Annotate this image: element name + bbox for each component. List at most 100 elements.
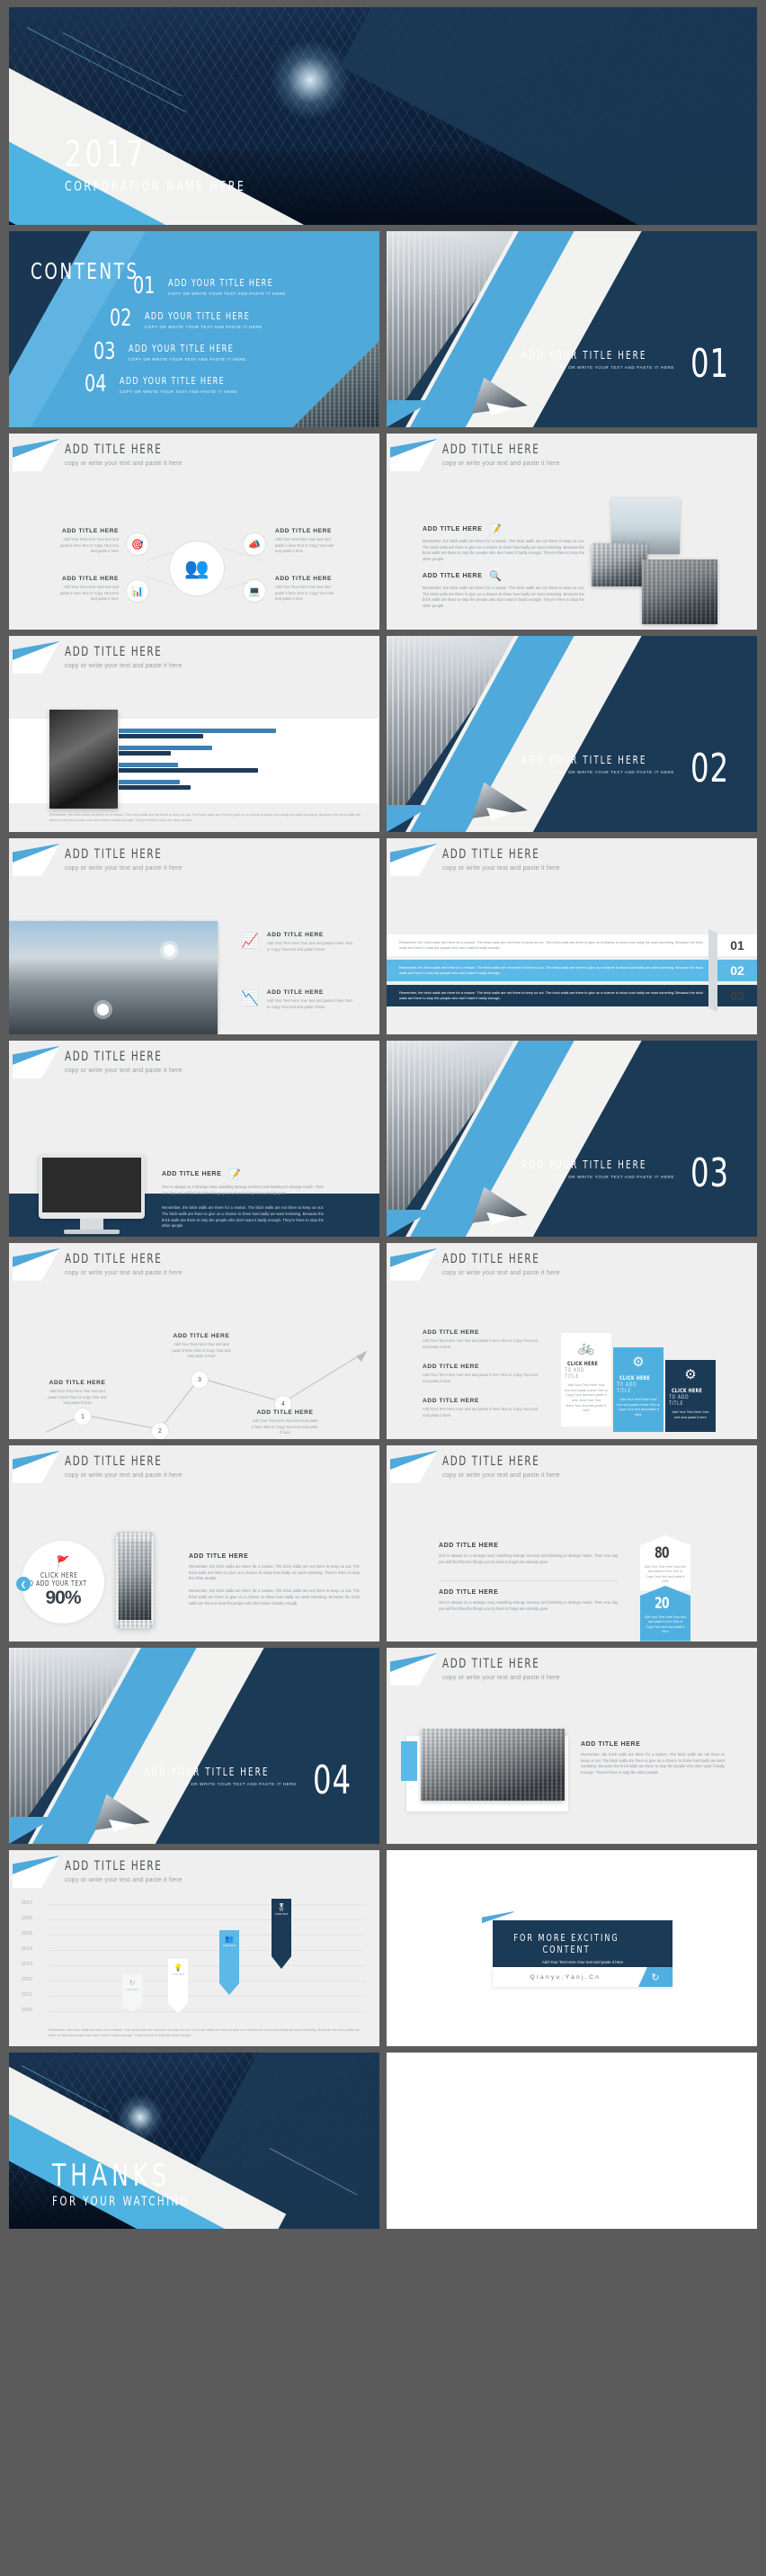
left-block-2: ADD TITLE HERE Add Your Text Here.Your t… (423, 1364, 539, 1384)
donut-chart[interactable]: 🚩 CLICK HERE TO ADD YOUR TEXT 90% (22, 1541, 104, 1623)
card-body: Add Your Text Here.Your text and paste i… (565, 1383, 608, 1413)
ribbon-row-02[interactable]: Remember, the brick walls are there for … (387, 960, 757, 981)
ribbon-text: Remember, the brick walls are there for … (399, 964, 704, 975)
monitor-band-text: Remember, the brick walls are there for … (162, 1205, 324, 1229)
monitor-screen-photo (39, 1154, 145, 1219)
slide-cover[interactable]: 2017 CORPORATION NAME HERE (9, 7, 757, 225)
badge-value: 20 (654, 1595, 670, 1613)
slide-header: ADD TITLE HERE copy or write your text a… (9, 838, 379, 885)
timeline-pin-1[interactable]: ↻ YOUR TEXT (122, 1974, 142, 2012)
slide-header: ADD TITLE HERE copy or write your text a… (9, 434, 379, 480)
section-desc: COPY OR WRITE YOUR TEXT AND PASTE IT HER… (552, 770, 674, 774)
slide-bar-chart[interactable]: ADD TITLE HERE copy or write your text a… (9, 636, 379, 832)
slide-title-block: ADD TITLE HERE copy or write your text a… (65, 847, 183, 872)
flag-logo-icon (13, 439, 59, 471)
node-3[interactable]: 3 (191, 1371, 209, 1389)
monitor-mockup (39, 1154, 145, 1234)
slide-subtitle: copy or write your text and paste it her… (442, 865, 560, 872)
presentation-icon[interactable]: 📊 (126, 579, 149, 603)
node-2[interactable]: 2 (151, 1422, 169, 1439)
deck-row-5: ADD TITLE HERE copy or write your text a… (9, 838, 757, 1034)
slide-line-nodes[interactable]: ADD TITLE HERE copy or write your text a… (9, 1243, 379, 1439)
slide-header: ADD TITLE HERE copy or write your text a… (9, 1445, 379, 1492)
slide-title-block: ADD TITLE HERE copy or write your text a… (65, 645, 183, 669)
flag-logo-icon (390, 1248, 437, 1281)
megaphone-icon[interactable]: 📣 (243, 532, 266, 556)
gear-icon: ⚙ (632, 1355, 645, 1370)
slide-ribbons[interactable]: ADD TITLE HERE copy or write your text a… (387, 838, 757, 1034)
deck-row-8: ADD TITLE HERE copy or write your text a… (9, 1445, 757, 1641)
slide-section-02[interactable]: ADD YOUR TITLE HERE COPY OR WRITE YOUR T… (387, 636, 757, 832)
contents-item-desc: COPY OR WRITE YOUR TEXT AND PASTE IT HER… (119, 389, 237, 395)
text-block-1: ADD TITLE HERE 📝 Remember, the brick wal… (423, 523, 584, 563)
slide-title-block: ADD TITLE HERE copy or write your text a… (442, 1252, 561, 1276)
slide-percent-badges[interactable]: ADD TITLE HERE copy or write your text a… (387, 1445, 757, 1641)
deck-row-2: CONTENTS 01 ADD YOUR TITLE HERE COPY OR … (9, 231, 757, 427)
url-search-bar[interactable]: Qianyu.Yanj.Cn ↻ (493, 1967, 672, 1987)
target-icon[interactable]: 🎯 (126, 532, 149, 556)
slide-section-03[interactable]: ADD YOUR TITLE HERE COPY OR WRITE YOUR T… (387, 1041, 757, 1237)
callout-body: Add Your Text Here.Your text and paste i… (252, 1418, 318, 1435)
slide-image-text[interactable]: ADD TITLE HERE copy or write your text a… (387, 1648, 757, 1844)
pin-text: YOUR TEXT (222, 1945, 236, 1947)
slide-title-block: ADD TITLE HERE copy or write your text a… (442, 1454, 561, 1479)
ribbon-row-03[interactable]: Remember, the brick walls are there for … (387, 985, 757, 1006)
slide-deck-preview-sheet: 2017 CORPORATION NAME HERE CONTENTS 01 A… (0, 0, 766, 2241)
chevron-left-icon[interactable]: ❮ (16, 1577, 31, 1591)
node-1[interactable]: 1 (74, 1408, 92, 1426)
slide-circle-infographic[interactable]: ADD TITLE HERE copy or write your text a… (9, 434, 379, 630)
contents-item-02[interactable]: 02 ADD YOUR TITLE HERE COPY OR WRITE YOU… (85, 307, 354, 330)
slide-subtitle: copy or write your text and paste it her… (65, 1270, 183, 1276)
year-tick: 2016 (22, 1916, 32, 1921)
timeline-pin-3[interactable]: 👥 YOUR TEXT (219, 1930, 239, 1995)
section-text-block: ADD YOUR TITLE HERE COPY OR WRITE YOUR T… (521, 349, 674, 370)
slide-contents[interactable]: CONTENTS 01 ADD YOUR TITLE HERE COPY OR … (9, 231, 379, 427)
section-number: 02 (690, 746, 729, 792)
slide-blank[interactable] (387, 2053, 757, 2229)
timeline-pin-4[interactable]: 🎖 YOUR TEXT (272, 1899, 291, 1969)
slide-donut-phone[interactable]: ADD TITLE HERE copy or write your text a… (9, 1445, 379, 1641)
monitor-chart-icon[interactable]: 💻 (243, 579, 266, 603)
medal-icon: 🎖 (276, 1903, 287, 1911)
contents-item-01[interactable]: 01 ADD YOUR TITLE HERE COPY OR WRITE YOU… (85, 274, 354, 298)
refresh-icon[interactable]: ↻ (638, 1967, 672, 1987)
slide-section-04[interactable]: ADD YOUR TITLE HERE COPY OR WRITE YOUR T… (9, 1648, 379, 1844)
slide-end[interactable]: FOR MORE EXCITING CONTENT Add Your Text … (387, 1850, 757, 2046)
callout-title: ADD TITLE HERE (49, 1380, 106, 1386)
badge-note: Add Your Text Here.Your text and paste i… (645, 1565, 686, 1584)
right-title: ADD TITLE HERE (189, 1553, 249, 1560)
percent-badge-80: 80 Add Your Text Here.Your text and past… (640, 1535, 690, 1591)
block-title: ADD TITLE HERE (162, 1171, 222, 1177)
contents-item-03[interactable]: 03 ADD YOUR TITLE HERE COPY OR WRITE YOU… (85, 340, 354, 363)
slide-title: ADD TITLE HERE (65, 645, 163, 659)
people-icon: 👥 (169, 541, 225, 596)
slide-section-01[interactable]: ADD YOUR TITLE HERE COPY OR WRITE YOUR T… (387, 231, 757, 427)
section-text-block: ADD YOUR TITLE HERE COPY OR WRITE YOUR T… (521, 1158, 674, 1179)
contents-list: 01 ADD YOUR TITLE HERE COPY OR WRITE YOU… (85, 274, 354, 397)
infographic-node-4: ADD TITLE HERE Add Your Text Here.Your t… (275, 576, 334, 603)
monitor-base (64, 1230, 120, 1234)
card-sub: TO ADD TITLE (565, 1367, 585, 1380)
search-input[interactable]: Qianyu.Yanj.Cn (493, 1974, 638, 1981)
card-3[interactable]: ⚙ CLICK HERE TO ADD TITLE Add Your Text … (665, 1360, 716, 1432)
contents-item-04[interactable]: 04 ADD YOUR TITLE HERE COPY OR WRITE YOU… (85, 372, 354, 396)
point-title: ADD TITLE HERE (266, 989, 324, 996)
slide-thanks[interactable]: THANKS FOR YOUR WATCHING (9, 2053, 379, 2229)
slide-timeline[interactable]: ADD TITLE HERE copy or write your text a… (9, 1850, 379, 2046)
timeline-pin-2[interactable]: 💡 YOUR TEXT (168, 1959, 188, 2013)
card-2[interactable]: ⚙ CLICK HERE TO ADD TITLE Add Your Text … (613, 1347, 664, 1432)
flag-logo-icon (13, 1248, 59, 1281)
document-pen-icon: 📝 (489, 524, 503, 535)
ribbon-row-01[interactable]: Remember, the brick walls are there for … (387, 935, 757, 956)
slide-photo-two-points[interactable]: ADD TITLE HERE copy or write your text a… (9, 838, 379, 1034)
callout-4: ADD TITLE HERE Add Your Text Here.Your t… (252, 1409, 318, 1436)
slide-photo-stack[interactable]: ADD TITLE HERE copy or write your text a… (387, 434, 757, 630)
infographic-node-3: ADD TITLE HERE Add Your Text Here.Your t… (59, 576, 119, 603)
team-icon: 👥 (225, 1935, 234, 1943)
slide-title: ADD TITLE HERE (442, 847, 540, 862)
card-1[interactable]: 🚲 CLICK HERE TO ADD TITLE Add Your Text … (561, 1333, 611, 1427)
photo-city-2 (642, 559, 717, 624)
slide-cards[interactable]: ADD TITLE HERE copy or write your text a… (387, 1243, 757, 1439)
slide-monitor[interactable]: ADD TITLE HERE copy or write your text a… (9, 1041, 379, 1237)
left-block-1: ADD TITLE HERE Add Your Text Here.Your t… (423, 1329, 539, 1350)
